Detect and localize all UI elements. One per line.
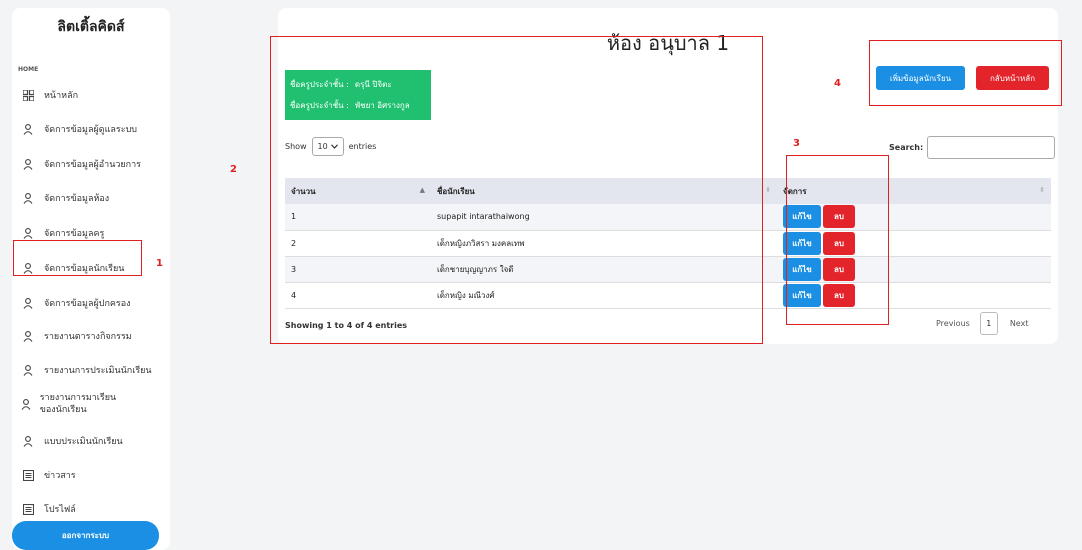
sidebar-item-label: จัดการข้อมูลผู้อำนวยการ [44, 160, 142, 170]
list-icon [20, 469, 36, 481]
sidebar-item-teachers[interactable]: จัดการข้อมูลครู [20, 226, 164, 240]
annotation-box-4 [869, 40, 1062, 106]
user-icon [20, 192, 36, 204]
sidebar-item-label: แบบประเมินนักเรียน [44, 437, 123, 447]
user-icon [20, 398, 32, 410]
annotation-number-2: 2 [230, 164, 237, 175]
grid-icon [20, 89, 36, 101]
sidebar-item-parents[interactable]: จัดการข้อมูลผู้ปกครอง [20, 296, 164, 310]
sidebar-item-attendance-report[interactable]: รายงานการมาเรียนของนักเรียน [20, 392, 130, 416]
section-label: HOME [18, 66, 39, 73]
annotation-box-1 [13, 240, 142, 276]
annotation-number-3: 3 [793, 138, 800, 149]
pagination: Previous 1 Next [936, 312, 1028, 335]
user-icon [20, 227, 36, 239]
logout-button[interactable]: ออกจากระบบ [12, 521, 159, 550]
sidebar-item-label: จัดการข้อมูลผู้ปกครอง [44, 299, 131, 309]
sidebar-item-label: รายงานตารางกิจกรรม [44, 332, 132, 342]
sidebar-item-admin[interactable]: จัดการข้อมูลผู้ดูแลระบบ [20, 122, 164, 136]
user-icon [20, 123, 36, 135]
annotation-number-4: 4 [834, 78, 841, 89]
annotation-box-2 [270, 36, 763, 344]
sidebar-item-label: จัดการข้อมูลห้อง [44, 194, 110, 204]
list-icon [20, 503, 36, 515]
user-icon [20, 435, 36, 447]
sidebar-item-rooms[interactable]: จัดการข้อมูลห้อง [20, 191, 164, 205]
sidebar-item-home[interactable]: หน้าหลัก [20, 88, 164, 102]
sidebar-item-evaluation-form[interactable]: แบบประเมินนักเรียน [20, 434, 164, 448]
sidebar-item-activity-report[interactable]: รายงานตารางกิจกรรม [20, 329, 164, 343]
sidebar: ลิตเติ้ลคิดส์ HOME หน้าหลัก จัดการข้อมูล… [12, 8, 170, 550]
sidebar-item-profile[interactable]: โปรไฟล์ [20, 502, 164, 516]
page-button[interactable]: 1 [979, 312, 998, 335]
sidebar-item-label: รายงานการมาเรียนของนักเรียน [39, 393, 117, 415]
search-control: Search: [889, 136, 1056, 159]
sidebar-item-evaluation-report[interactable]: รายงานการประเมินนักเรียน [20, 363, 164, 377]
sidebar-item-label: หน้าหลัก [44, 91, 79, 101]
sort-icon: ⬍ [765, 186, 771, 194]
sidebar-item-label: รายงานการประเมินนักเรียน [44, 366, 152, 376]
search-input[interactable] [927, 136, 1056, 159]
user-icon [20, 297, 36, 309]
sidebar-item-label: โปรไฟล์ [44, 505, 76, 515]
sidebar-item-director[interactable]: จัดการข้อมูลผู้อำนวยการ [20, 157, 164, 171]
sort-icon: ⬍ [1039, 186, 1045, 194]
user-icon [20, 158, 36, 170]
search-label: Search: [889, 143, 924, 152]
user-icon [20, 330, 36, 342]
next-page-button[interactable]: Next [1010, 319, 1029, 328]
sidebar-item-label: ข่าวสาร [44, 471, 76, 481]
user-icon [20, 364, 36, 376]
annotation-number-1: 1 [156, 258, 163, 269]
annotation-box-3 [786, 155, 889, 325]
sidebar-item-label: จัดการข้อมูลผู้ดูแลระบบ [44, 125, 137, 135]
previous-page-button[interactable]: Previous [936, 319, 970, 328]
sidebar-item-label: จัดการข้อมูลครู [44, 229, 105, 239]
sidebar-item-news[interactable]: ข่าวสาร [20, 468, 164, 482]
app-logo: ลิตเติ้ลคิดส์ [57, 19, 125, 35]
